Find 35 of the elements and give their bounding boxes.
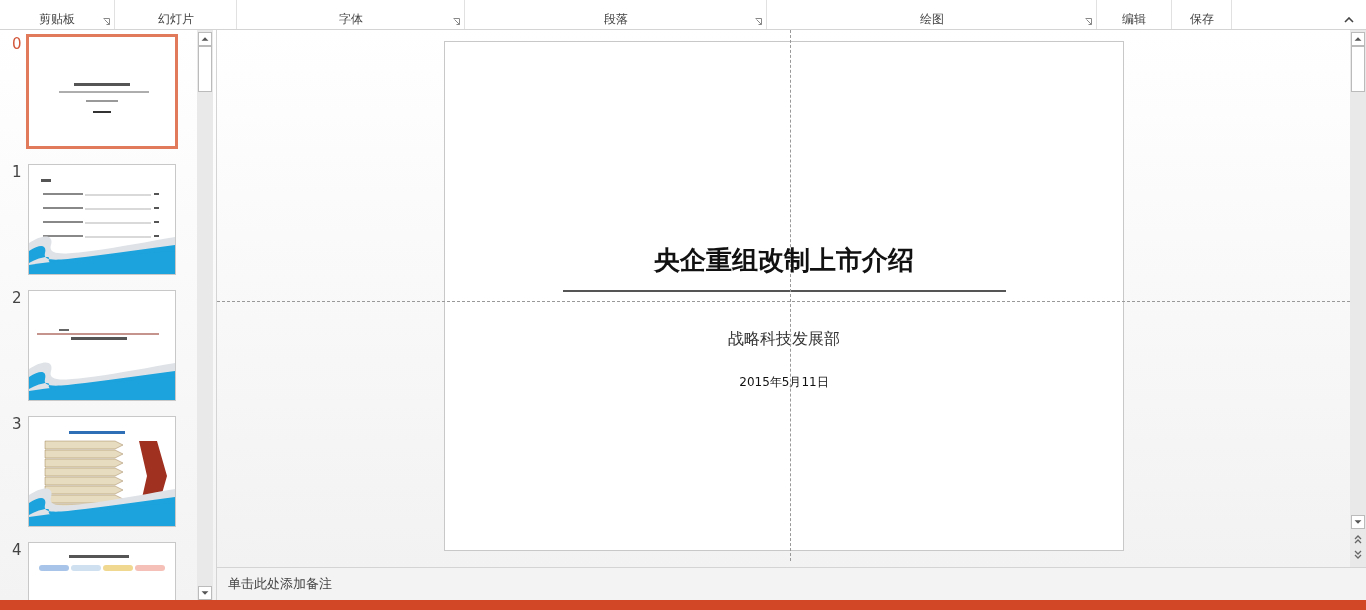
- ribbon-group-label: 字体: [338, 12, 363, 26]
- slide-number: 3: [11, 416, 23, 432]
- scroll-down-icon[interactable]: [198, 586, 212, 600]
- scroll-thumb[interactable]: [198, 46, 212, 92]
- notes-prompt[interactable]: 单击此处添加备注: [228, 575, 332, 593]
- slide-thumbnail[interactable]: [28, 290, 176, 401]
- slide-thumbnail[interactable]: [28, 164, 176, 275]
- slide-thumbnail[interactable]: [26, 34, 178, 149]
- slide-number: 0: [11, 36, 23, 52]
- slide-number: 4: [11, 542, 23, 558]
- scroll-down-icon[interactable]: [1351, 515, 1365, 529]
- next-slide-icon[interactable]: [1353, 549, 1363, 561]
- slide-number: 2: [11, 290, 23, 306]
- slide-subtitle[interactable]: 战略科技发展部: [728, 328, 840, 350]
- scrollbar[interactable]: [197, 30, 213, 600]
- dialog-launcher-icon[interactable]: [453, 18, 460, 25]
- collapse-ribbon-icon[interactable]: [1344, 17, 1354, 23]
- ribbon-group-label: 幻灯片: [157, 12, 194, 26]
- scroll-up-icon[interactable]: [198, 32, 212, 46]
- ribbon-group-label: 编辑: [1122, 12, 1146, 26]
- slide-thumbnail[interactable]: [28, 416, 176, 527]
- scrollbar[interactable]: [1350, 30, 1366, 567]
- slide-number: 1: [11, 164, 23, 180]
- previous-slide-icon[interactable]: [1353, 533, 1363, 545]
- dialog-launcher-icon[interactable]: [103, 18, 110, 25]
- ribbon-group-label: 剪贴板: [39, 12, 75, 26]
- scroll-thumb[interactable]: [1351, 46, 1365, 92]
- ribbon-group-label: 绘图: [919, 12, 944, 26]
- scroll-up-icon[interactable]: [1351, 32, 1365, 46]
- ribbon-group-label: 段落: [603, 12, 628, 26]
- ribbon-group-label: 保存: [1189, 12, 1214, 26]
- dialog-launcher-icon[interactable]: [1085, 18, 1092, 25]
- slide-date[interactable]: 2015年5月11日: [739, 374, 829, 390]
- dialog-launcher-icon[interactable]: [755, 18, 762, 25]
- slide-title[interactable]: 央企重组改制上市介绍: [654, 242, 914, 278]
